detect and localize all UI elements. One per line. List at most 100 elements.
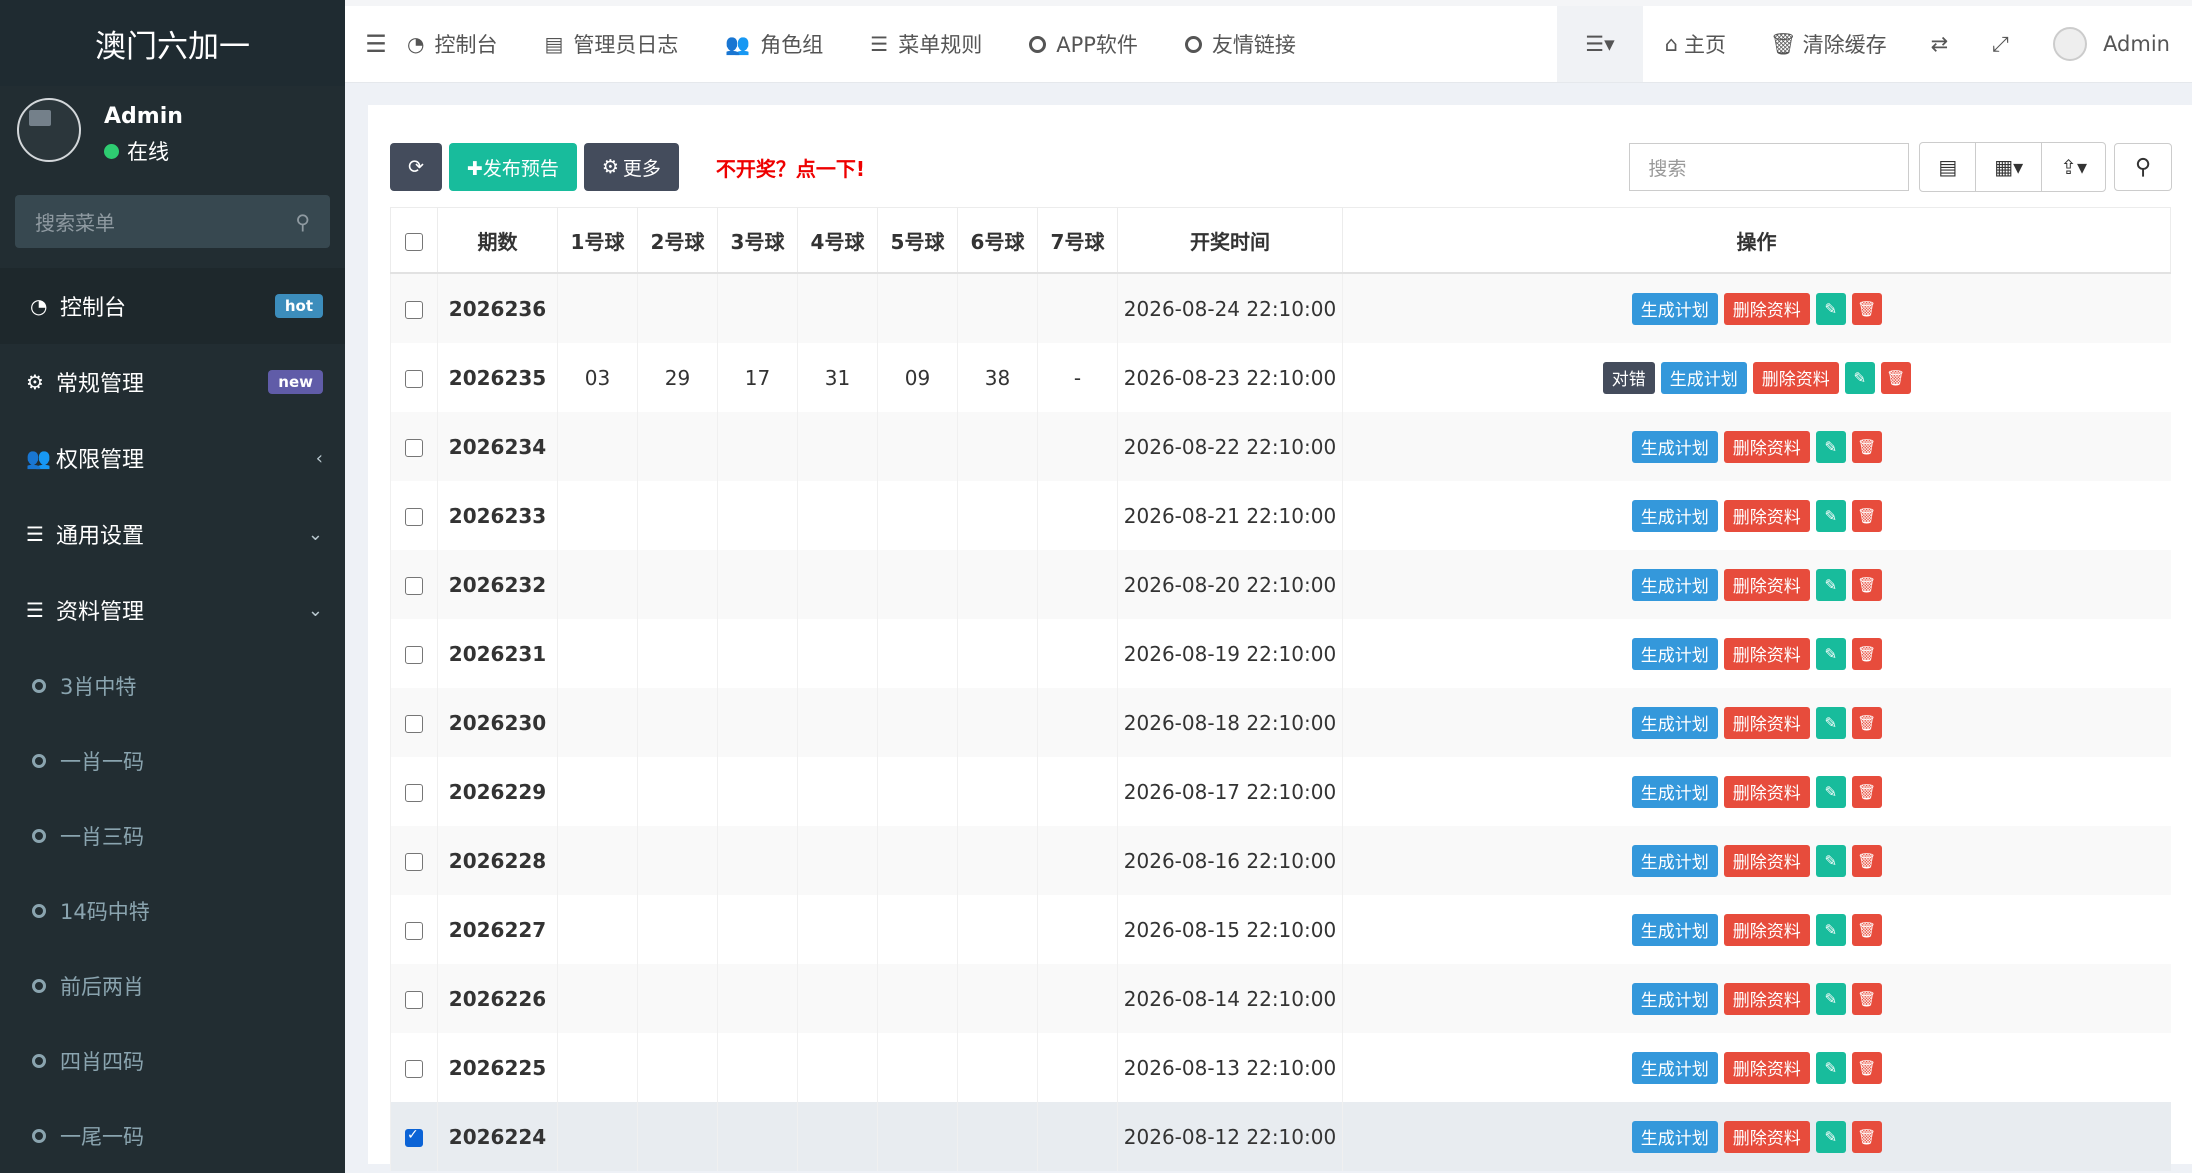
sidebar-subitem[interactable]: 一肖三码: [0, 798, 345, 873]
row-select-cell[interactable]: [390, 895, 438, 964]
export-button[interactable]: ⇪▾: [2042, 143, 2105, 191]
table-row[interactable]: 2026229 2026-08-17 22:10:00 生成计划 删除资料 ✎ 🗑: [390, 757, 2171, 826]
more-button[interactable]: ⚙ 更多: [583, 143, 679, 191]
trash-icon[interactable]: 🗑: [1851, 292, 1882, 325]
row-checkbox[interactable]: [405, 508, 423, 526]
delete-data-button[interactable]: 删除资料: [1723, 706, 1810, 739]
generate-plan-button[interactable]: 生成计划: [1631, 430, 1718, 463]
header-cell[interactable]: 3号球: [717, 207, 798, 274]
delete-data-button[interactable]: 删除资料: [1723, 913, 1810, 946]
edit-icon[interactable]: ✎: [1815, 775, 1846, 808]
generate-plan-button[interactable]: 生成计划: [1631, 1051, 1718, 1084]
generate-plan-button[interactable]: 生成计划: [1631, 499, 1718, 532]
row-checkbox[interactable]: [405, 301, 423, 319]
row-select-cell[interactable]: [390, 688, 438, 757]
edit-icon[interactable]: ✎: [1815, 430, 1846, 463]
row-checkbox[interactable]: [405, 370, 423, 388]
edit-icon[interactable]: ✎: [1815, 1120, 1846, 1153]
edit-icon[interactable]: ✎: [1815, 568, 1846, 601]
delete-data-button[interactable]: 删除资料: [1723, 775, 1810, 808]
trash-icon[interactable]: 🗑: [1851, 982, 1882, 1015]
delete-data-button[interactable]: 删除资料: [1723, 292, 1810, 325]
search-button[interactable]: ⚲: [2114, 143, 2172, 191]
row-checkbox[interactable]: [405, 1127, 423, 1147]
generate-plan-button[interactable]: 生成计划: [1631, 706, 1718, 739]
edit-icon[interactable]: ✎: [1815, 292, 1846, 325]
row-select-cell[interactable]: [390, 826, 438, 895]
row-select-cell[interactable]: [390, 1102, 438, 1171]
delete-data-button[interactable]: 删除资料: [1723, 568, 1810, 601]
generate-plan-button[interactable]: 生成计划: [1631, 844, 1718, 877]
row-checkbox[interactable]: [405, 784, 423, 802]
edit-icon[interactable]: ✎: [1815, 637, 1846, 670]
row-select-cell[interactable]: [390, 343, 438, 412]
header-cell[interactable]: 2号球: [637, 207, 718, 274]
sidebar-subitem[interactable]: 一尾一码: [0, 1098, 345, 1173]
trash-icon[interactable]: 🗑: [1851, 775, 1882, 808]
delete-data-button[interactable]: 删除资料: [1752, 361, 1839, 394]
delete-data-button[interactable]: 删除资料: [1723, 637, 1810, 670]
refresh-button[interactable]: ⟳: [390, 143, 442, 191]
trash-icon[interactable]: 🗑: [1851, 499, 1882, 532]
table-row[interactable]: 2026230 2026-08-18 22:10:00 生成计划 删除资料 ✎ 🗑: [390, 688, 2171, 757]
row-select-cell[interactable]: [390, 273, 438, 343]
trash-icon[interactable]: 🗑: [1880, 361, 1911, 394]
trash-icon[interactable]: 🗑: [1851, 913, 1882, 946]
sidebar-item-dashboard[interactable]: ◔ 控制台 hot: [0, 268, 345, 344]
row-checkbox[interactable]: [405, 577, 423, 595]
check-result-button[interactable]: 对错: [1602, 361, 1655, 394]
sidebar-subitem[interactable]: 前后两肖: [0, 948, 345, 1023]
row-select-cell[interactable]: [390, 1033, 438, 1102]
table-row[interactable]: 20262242026-08-12 22:10:00生成计划删除资料✎🗑: [390, 1102, 2171, 1171]
table-row[interactable]: 2026234 2026-08-22 22:10:00 生成计划 删除资料 ✎ 🗑: [390, 412, 2171, 481]
sidebar-search-input[interactable]: 搜索菜单 ⚲: [15, 195, 330, 248]
row-checkbox[interactable]: [405, 853, 423, 871]
header-cell[interactable]: 6号球: [957, 207, 1038, 274]
table-row[interactable]: 2026228 2026-08-16 22:10:00 生成计划 删除资料 ✎ 🗑: [390, 826, 2171, 895]
trash-icon[interactable]: 🗑: [1851, 1051, 1882, 1084]
header-cell[interactable]: 5号球: [877, 207, 958, 274]
app-logo[interactable]: 澳门六加一: [0, 0, 345, 86]
edit-icon[interactable]: ✎: [1815, 982, 1846, 1015]
row-checkbox[interactable]: [405, 991, 423, 1009]
row-checkbox[interactable]: [405, 922, 423, 940]
row-checkbox[interactable]: [405, 715, 423, 733]
header-cell[interactable]: 4号球: [797, 207, 878, 274]
row-select-cell[interactable]: [390, 550, 438, 619]
table-row[interactable]: 2026233 2026-08-21 22:10:00 生成计划 删除资料 ✎ 🗑: [390, 481, 2171, 550]
generate-plan-button[interactable]: 生成计划: [1631, 568, 1718, 601]
trash-icon[interactable]: 🗑: [1851, 706, 1882, 739]
generate-plan-button[interactable]: 生成计划: [1631, 982, 1718, 1015]
table-row[interactable]: 2026225 2026-08-13 22:10:00 生成计划 删除资料 ✎ 🗑: [390, 1033, 2171, 1102]
sidebar-subitem[interactable]: 14码中特: [0, 873, 345, 948]
header-cell[interactable]: 1号球: [557, 207, 638, 274]
sidebar-item-data[interactable]: ☰ 资料管理 ⌄: [0, 572, 345, 648]
columns-button[interactable]: ▦▾: [1976, 143, 2043, 191]
generate-plan-button[interactable]: 生成计划: [1631, 913, 1718, 946]
row-select-cell[interactable]: [390, 481, 438, 550]
tab-links[interactable]: 友情链接: [1184, 29, 1296, 59]
delete-data-button[interactable]: 删除资料: [1723, 1051, 1810, 1084]
edit-icon[interactable]: ✎: [1815, 913, 1846, 946]
trash-icon[interactable]: 🗑: [1851, 844, 1882, 877]
select-all-header[interactable]: [390, 207, 438, 274]
tab-app[interactable]: APP软件: [1029, 29, 1138, 59]
toggle-view-button[interactable]: ▤: [1920, 143, 1977, 191]
trash-icon[interactable]: 🗑: [1851, 637, 1882, 670]
delete-data-button[interactable]: 删除资料: [1723, 1120, 1810, 1153]
clear-cache-button[interactable]: 🗑 清除缓存: [1748, 6, 1909, 82]
table-row[interactable]: 2026235 03 29 17 31 09 38-2026-08-23 22:10:00 对…: [390, 343, 2171, 412]
tab-role-group[interactable]: 👥 角色组: [725, 29, 823, 59]
header-cell[interactable]: 开奖时间: [1117, 207, 1343, 274]
delete-data-button[interactable]: 删除资料: [1723, 499, 1810, 532]
home-link[interactable]: ⌂ 主页: [1643, 6, 1748, 82]
row-select-cell[interactable]: [390, 964, 438, 1033]
row-select-cell[interactable]: [390, 412, 438, 481]
sidebar-item-general[interactable]: ⚙ 常规管理 new: [0, 344, 345, 420]
edit-icon[interactable]: ✎: [1815, 499, 1846, 532]
sidebar-subitem[interactable]: 一肖一码: [0, 723, 345, 798]
header-cell[interactable]: 7号球: [1037, 207, 1118, 274]
row-checkbox[interactable]: [405, 646, 423, 664]
tab-menu-rules[interactable]: ☰ 菜单规则: [870, 29, 982, 59]
header-cell[interactable]: 期数: [437, 207, 558, 274]
